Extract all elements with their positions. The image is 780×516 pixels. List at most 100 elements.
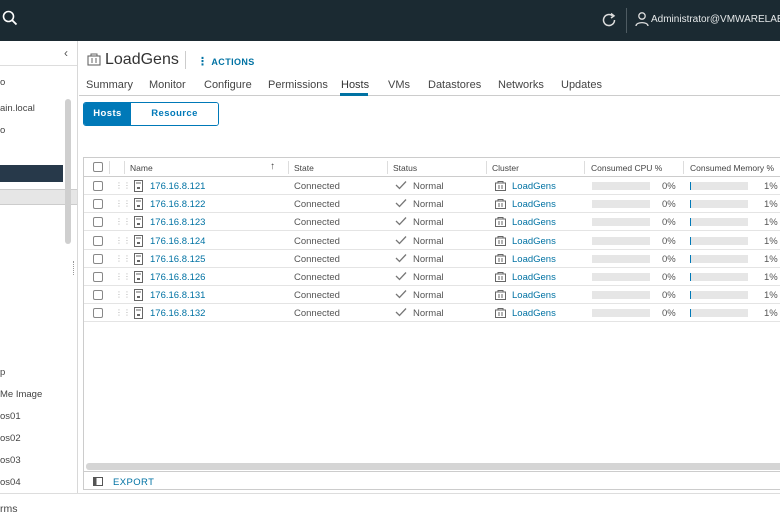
tab-networks[interactable]: Networks (498, 79, 544, 91)
host-name-link[interactable]: 176.16.8.125 (150, 254, 205, 265)
tab-datastores[interactable]: Datastores (428, 79, 481, 91)
column-header-status[interactable]: Status (393, 163, 417, 173)
row-checkbox[interactable] (93, 308, 103, 319)
checkmark-icon (395, 199, 407, 208)
host-state: Connected (294, 308, 340, 320)
cluster-link[interactable]: LoadGens (512, 217, 556, 228)
drag-handle-icon[interactable]: ⋮⋮ (115, 308, 131, 317)
actions-button[interactable]: ⋮ ACTIONS (197, 55, 255, 68)
sidebar-item[interactable]: os04 (0, 477, 21, 488)
bottom-panel-label[interactable]: rms (0, 503, 18, 515)
tab-permissions[interactable]: Permissions (268, 79, 328, 91)
host-name-link[interactable]: 176.16.8.122 (150, 199, 205, 210)
host-name-link[interactable]: 176.16.8.123 (150, 217, 205, 228)
sidebar-selected-item[interactable] (0, 165, 63, 182)
table-row[interactable]: ⋮⋮ 176.16.8.132 Connected Normal LoadGens 0% 1… (84, 304, 780, 323)
host-state: Connected (294, 199, 340, 211)
host-name-link[interactable]: 176.16.8.132 (150, 308, 205, 319)
sidebar-item[interactable]: Me Image (0, 389, 42, 400)
sidebar-item[interactable]: os02 (0, 433, 21, 444)
drag-handle-icon[interactable]: ⋮⋮ (115, 272, 131, 281)
host-name-link[interactable]: 176.16.8.126 (150, 272, 205, 283)
row-checkbox[interactable] (93, 253, 103, 264)
column-header-cpu[interactable]: Consumed CPU % (591, 163, 662, 173)
drag-handle-icon[interactable]: ⋮⋮ (115, 199, 131, 208)
table-row[interactable]: ⋮⋮ 176.16.8.121 Connected Normal LoadGens 0% 1… (84, 177, 780, 195)
search-icon[interactable] (2, 10, 18, 26)
cluster-link[interactable]: LoadGens (512, 290, 556, 301)
checkmark-icon (395, 253, 407, 263)
tab-summary[interactable]: Summary (86, 79, 133, 91)
sidebar-item[interactable]: os01 (0, 411, 21, 422)
row-checkbox[interactable] (93, 235, 103, 246)
tab-updates[interactable]: Updates (561, 79, 602, 91)
host-name-link[interactable]: 176.16.8.131 (150, 290, 205, 301)
table-row[interactable]: ⋮⋮ 176.16.8.125 Connected Normal LoadGens 0% 1… (84, 250, 780, 268)
table-row[interactable]: ⋮⋮ 176.16.8.131 Connected Normal LoadGens 0% 1… (84, 286, 780, 305)
drag-handle-icon[interactable]: ⋮⋮ (115, 290, 131, 299)
table-row[interactable]: ⋮⋮ 176.16.8.123 Connected Normal LoadGens 0% 1… (84, 213, 780, 232)
user-icon[interactable] (634, 11, 650, 27)
cpu-usage-value: 0% (662, 217, 676, 229)
resource-pools-toggle-button[interactable]: Resource Pools (131, 103, 218, 125)
cluster-link[interactable]: LoadGens (512, 236, 556, 247)
export-button[interactable]: EXPORT (113, 477, 154, 488)
cpu-usage-bar (592, 254, 650, 263)
row-checkbox[interactable] (93, 181, 103, 191)
column-header-name[interactable]: Name (130, 163, 153, 173)
actions-label: ACTIONS (211, 57, 255, 67)
active-tab-indicator (340, 93, 368, 96)
sidebar-item[interactable]: p (0, 367, 5, 378)
sidebar-scrollbar[interactable] (65, 99, 71, 244)
tab-hosts[interactable]: Hosts (341, 79, 369, 91)
tab-configure[interactable]: Configure (204, 79, 252, 91)
column-header-cluster[interactable]: Cluster (492, 163, 519, 173)
cluster-icon (495, 253, 506, 264)
cluster-link[interactable]: LoadGens (512, 272, 556, 283)
cluster-link[interactable]: LoadGens (512, 181, 556, 192)
user-menu[interactable]: Administrator@VMWARELAB.L... (651, 14, 780, 25)
host-icon (134, 234, 143, 247)
memory-usage-bar (690, 254, 748, 263)
checkmark-icon (395, 217, 407, 226)
checkmark-icon (395, 308, 407, 317)
collapse-chevron-icon[interactable]: ‹ (64, 46, 68, 60)
cluster-icon (495, 217, 506, 228)
table-row[interactable]: ⋮⋮ 176.16.8.122 Connected Normal LoadGens 0% 1… (84, 195, 780, 214)
drag-handle-icon[interactable]: ⋮⋮ (115, 254, 131, 263)
sort-ascending-icon[interactable]: ↑ (270, 161, 275, 172)
row-checkbox[interactable] (93, 290, 103, 301)
host-state: Connected (294, 272, 340, 283)
grid-horizontal-scrollbar[interactable] (86, 463, 780, 470)
table-row[interactable]: ⋮⋮ 176.16.8.124 Connected Normal LoadGens 0% 1… (84, 232, 780, 250)
sidebar-item[interactable]: ain.local (0, 103, 35, 114)
table-row[interactable]: ⋮⋮ 176.16.8.126 Connected Normal LoadGens 0% 1… (84, 268, 780, 286)
cluster-icon (495, 199, 506, 210)
drag-handle-icon[interactable]: ⋮⋮ (115, 236, 131, 245)
sidebar-item[interactable]: o (0, 125, 5, 136)
row-checkbox[interactable] (93, 199, 103, 210)
cpu-usage-bar (592, 309, 650, 318)
cluster-link[interactable]: LoadGens (512, 308, 556, 319)
memory-usage-bar (690, 236, 748, 245)
select-all-checkbox[interactable] (93, 162, 103, 172)
column-header-state[interactable]: State (294, 163, 314, 173)
cluster-icon (495, 290, 506, 301)
host-name-link[interactable]: 176.16.8.121 (150, 181, 205, 192)
refresh-icon[interactable] (600, 11, 618, 29)
row-checkbox[interactable] (93, 272, 103, 282)
tab-vms[interactable]: VMs (388, 79, 410, 91)
row-checkbox[interactable] (93, 217, 103, 228)
drag-handle-icon[interactable]: ⋮⋮ (115, 181, 131, 190)
tab-monitor[interactable]: Monitor (149, 79, 186, 91)
column-header-memory[interactable]: Consumed Memory % (690, 163, 774, 173)
sidebar-resize-handle[interactable] (73, 261, 75, 275)
sidebar-item[interactable]: o (0, 77, 5, 88)
drag-handle-icon[interactable]: ⋮⋮ (115, 217, 131, 226)
column-toggle-icon[interactable] (93, 477, 103, 486)
host-name-link[interactable]: 176.16.8.124 (150, 236, 205, 247)
sidebar-item[interactable]: os03 (0, 455, 21, 466)
cluster-link[interactable]: LoadGens (512, 199, 556, 210)
hosts-toggle-button[interactable]: Hosts (84, 103, 131, 125)
cluster-link[interactable]: LoadGens (512, 254, 556, 265)
